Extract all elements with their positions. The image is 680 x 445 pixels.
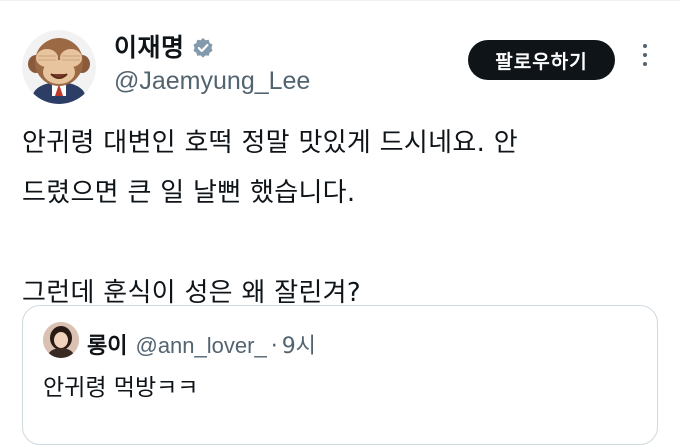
top-divider xyxy=(0,0,680,1)
quote-separator: · xyxy=(270,334,278,359)
verified-badge-icon xyxy=(192,37,214,59)
see-no-evil-monkey-icon xyxy=(22,30,96,104)
more-vertical-icon[interactable] xyxy=(640,44,650,74)
quote-author-avatar[interactable] xyxy=(43,322,79,358)
follow-button[interactable]: 팔로우하기 xyxy=(468,40,615,80)
quote-display-name[interactable]: 롱이 xyxy=(87,328,127,360)
quoted-tweet-card[interactable]: 롱이 @ann_lover_ · 9시 안귀령 먹방ㅋㅋ xyxy=(22,305,658,445)
quote-header: 롱이 @ann_lover_ · 9시 xyxy=(87,328,316,360)
quote-handle[interactable]: @ann_lover_ xyxy=(135,333,266,359)
author-avatar[interactable] xyxy=(22,30,96,104)
quote-text: 안귀령 먹방ㅋㅋ xyxy=(43,375,199,401)
quote-timestamp[interactable]: 9시 xyxy=(282,328,316,360)
author-display-name[interactable]: 이재명 xyxy=(114,33,185,63)
tweet-text: 안귀령 대변인 호떡 정말 맛있게 드시네요. 안 드렸으면 큰 일 날뻔 했습… xyxy=(22,128,518,308)
author-handle[interactable]: @Jaemyung_Lee xyxy=(114,66,310,96)
author-name-row: 이재명 xyxy=(114,33,214,63)
